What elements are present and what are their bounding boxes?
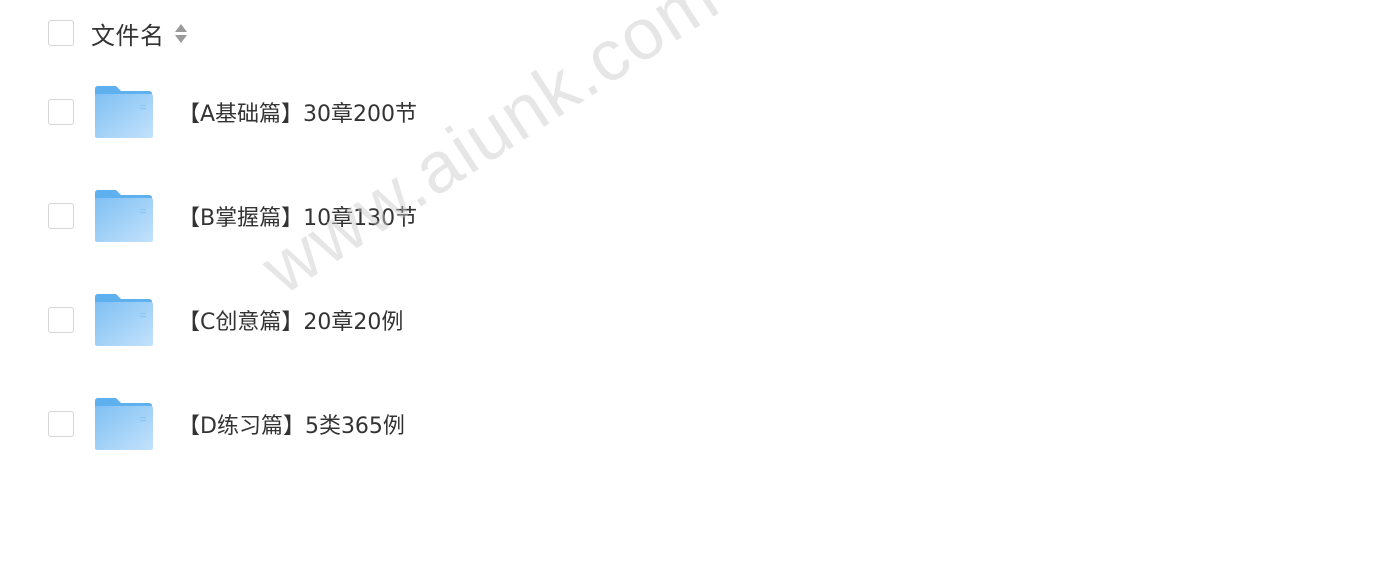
folder-icon: [95, 86, 153, 138]
file-list-page: 文件名 【A基础篇】30章200节 【B掌握篇】10章130节 【C创意篇】20…: [0, 0, 1384, 588]
folder-name[interactable]: 【C创意篇】20章20例: [178, 304, 403, 336]
list-item[interactable]: 【C创意篇】20章20例: [48, 290, 403, 350]
folder-name[interactable]: 【D练习篇】5类365例: [178, 408, 405, 440]
list-item[interactable]: 【B掌握篇】10章130节: [48, 186, 417, 246]
watermark-text: www.aiunk.com: [248, 0, 734, 310]
list-item[interactable]: 【A基础篇】30章200节: [48, 82, 417, 142]
list-item[interactable]: 【D练习篇】5类365例: [48, 394, 405, 454]
row-checkbox[interactable]: [48, 99, 74, 125]
folder-name[interactable]: 【A基础篇】30章200节: [178, 96, 417, 128]
row-checkbox[interactable]: [48, 411, 74, 437]
folder-icon: [95, 294, 153, 346]
sort-down-icon: [174, 35, 187, 43]
folder-icon: [95, 190, 153, 242]
row-checkbox[interactable]: [48, 203, 74, 229]
folder-icon: [95, 398, 153, 450]
filename-column-header[interactable]: 文件名: [91, 16, 165, 51]
sort-up-icon: [174, 24, 187, 32]
row-checkbox[interactable]: [48, 307, 74, 333]
sort-icon[interactable]: [174, 21, 188, 45]
select-all-checkbox[interactable]: [48, 20, 74, 46]
folder-name[interactable]: 【B掌握篇】10章130节: [178, 200, 417, 232]
file-list-header: 文件名: [48, 16, 188, 51]
